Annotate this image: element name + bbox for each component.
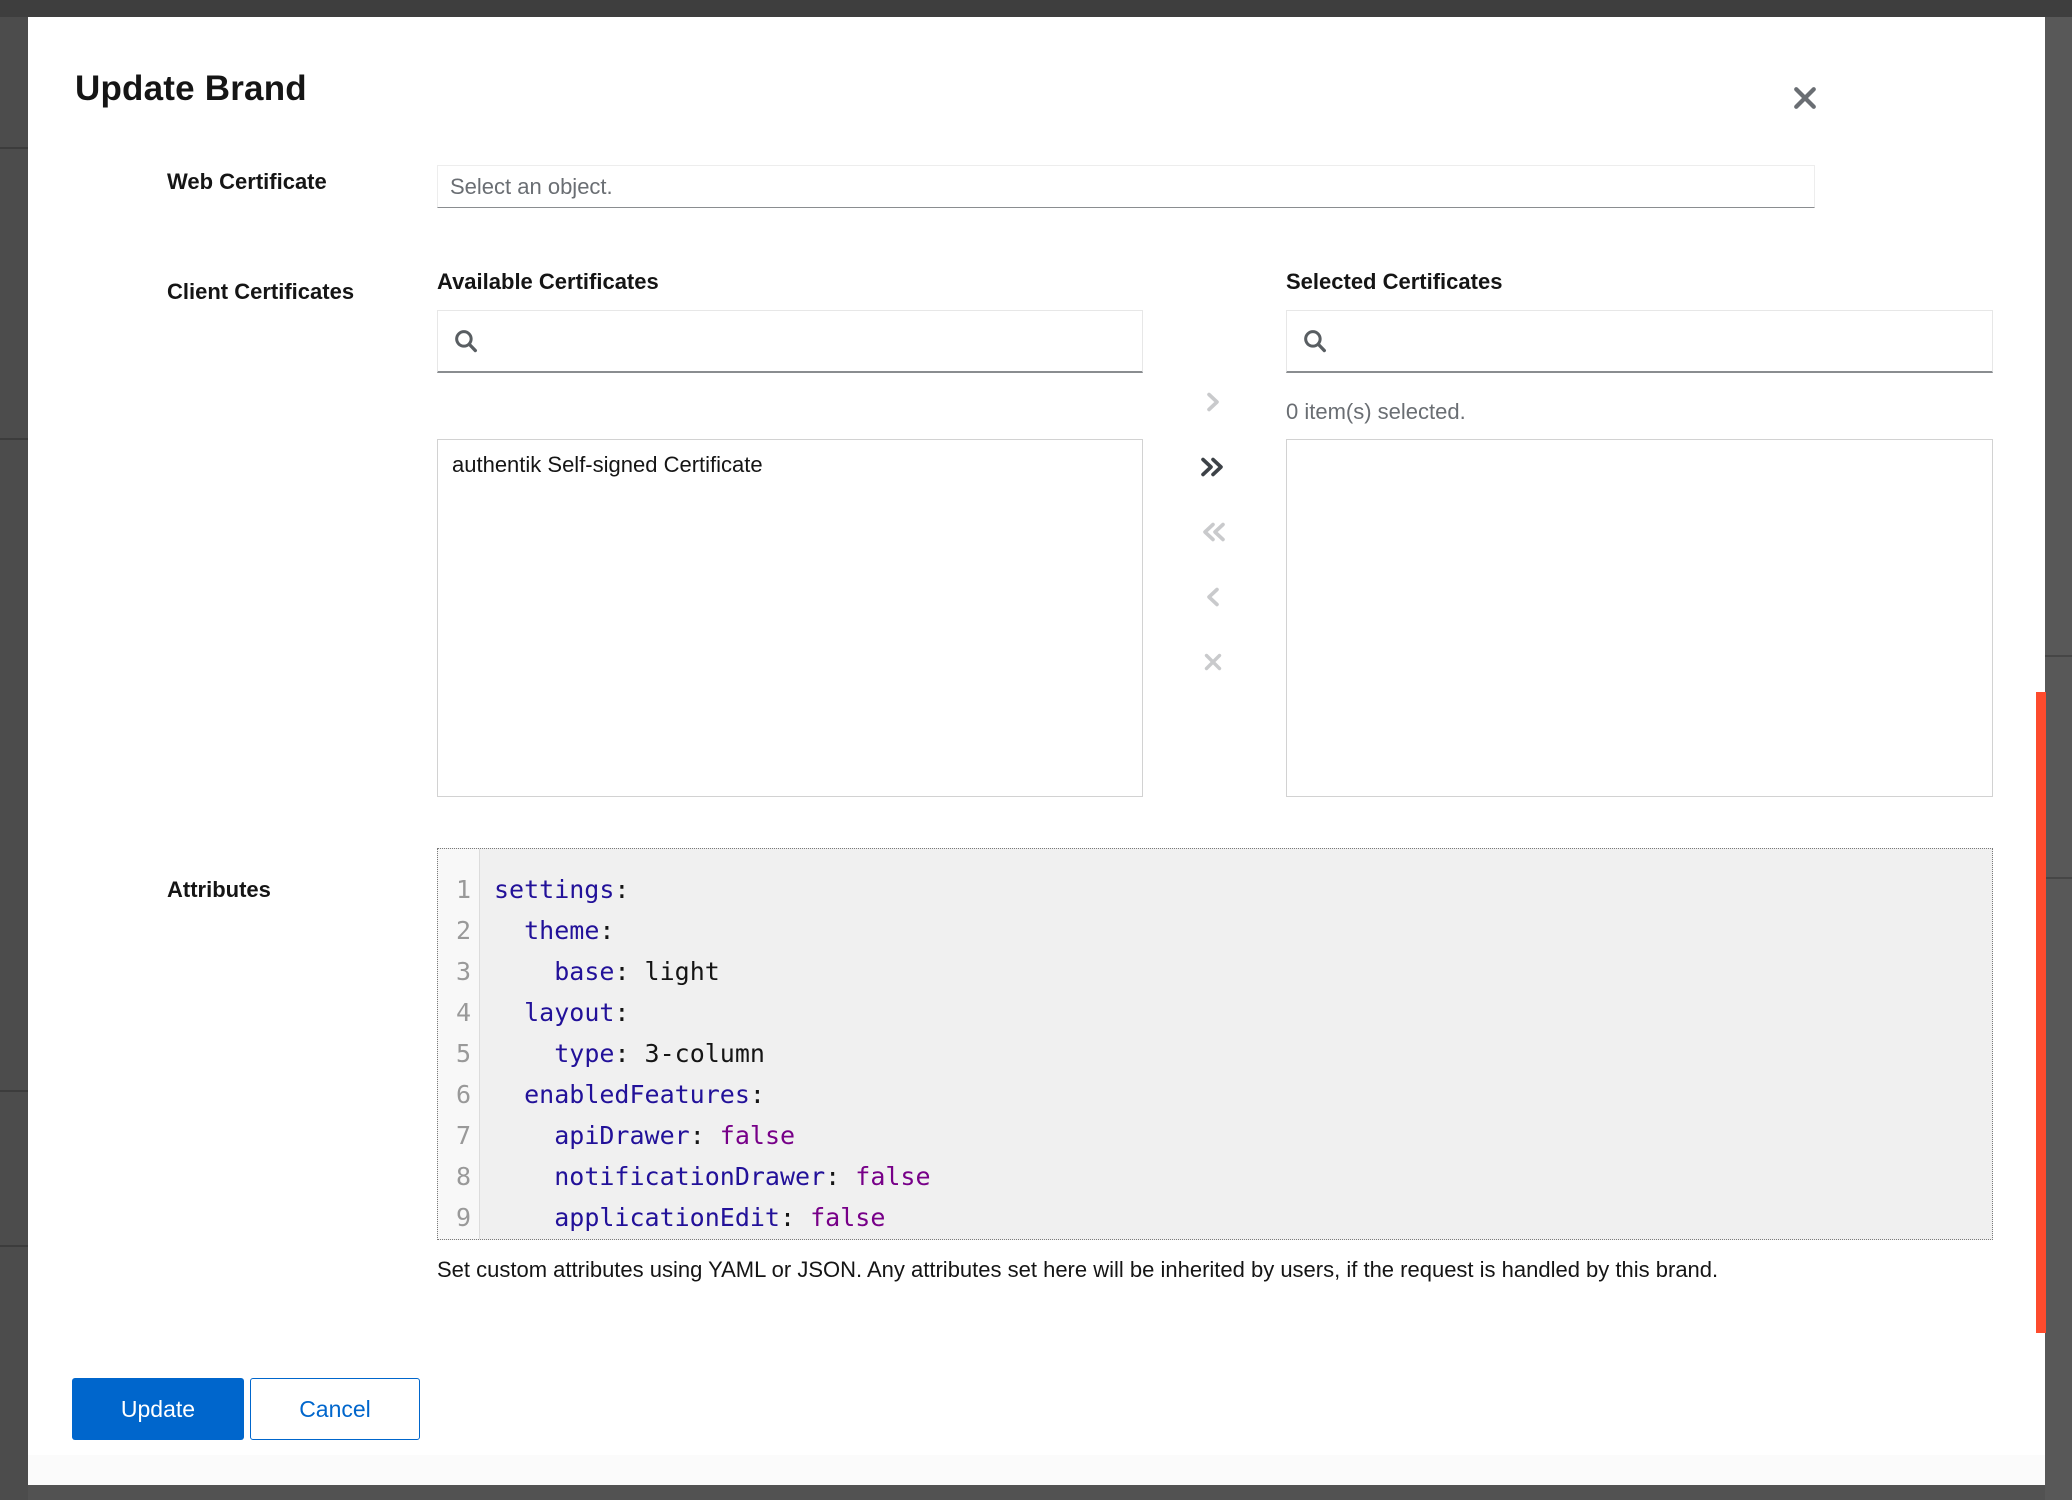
code-line: 5 type: 3-column xyxy=(438,1033,1992,1074)
selected-certificates-heading: Selected Certificates xyxy=(1286,267,1502,297)
line-number: 4 xyxy=(438,992,480,1033)
page-overlay-top xyxy=(0,0,2072,17)
code-line: 6 enabledFeatures: xyxy=(438,1074,1992,1115)
times-icon xyxy=(1201,650,1225,674)
page-overlay-left xyxy=(0,17,28,1500)
page-overlay-bottom xyxy=(28,1485,2045,1500)
web-certificate-label: Web Certificate xyxy=(167,167,327,197)
line-number: 6 xyxy=(438,1074,480,1115)
client-certificates-label: Client Certificates xyxy=(167,277,354,307)
line-number: 9 xyxy=(438,1197,480,1238)
attributes-help-text: Set custom attributes using YAML or JSON… xyxy=(437,1255,1997,1285)
remove-all-button[interactable] xyxy=(1191,512,1235,552)
selected-search-input[interactable] xyxy=(1341,311,1978,371)
available-certificates-list[interactable]: authentik Self-signed Certificate xyxy=(437,439,1143,797)
line-number: 8 xyxy=(438,1156,480,1197)
chevron-left-icon xyxy=(1201,585,1225,609)
attributes-code-editor[interactable]: 1settings:2 theme:3 base: light4 layout:… xyxy=(437,848,1993,1240)
certificate-list-item[interactable]: authentik Self-signed Certificate xyxy=(438,440,1142,490)
update-brand-modal: Update Brand Web Certificate Client Cert… xyxy=(28,17,2045,1485)
line-number: 1 xyxy=(438,869,480,910)
selected-count-status: 0 item(s) selected. xyxy=(1286,397,1466,427)
line-number: 3 xyxy=(438,951,480,992)
add-selected-button[interactable] xyxy=(1191,382,1235,422)
search-icon xyxy=(452,327,492,355)
cancel-button[interactable]: Cancel xyxy=(250,1378,420,1440)
code-line: 7 apiDrawer: false xyxy=(438,1115,1992,1156)
selected-search[interactable] xyxy=(1286,310,1993,373)
line-number: 7 xyxy=(438,1115,480,1156)
screen: Update Brand Web Certificate Client Cert… xyxy=(0,0,2072,1500)
selected-certificates-list[interactable] xyxy=(1286,439,1993,797)
clear-selection-button[interactable] xyxy=(1191,642,1235,682)
code-line: 2 theme: xyxy=(438,910,1992,951)
code-line: 8 notificationDrawer: false xyxy=(438,1156,1992,1197)
web-certificate-select[interactable] xyxy=(437,165,1815,208)
chevron-right-icon xyxy=(1201,390,1225,414)
close-icon xyxy=(1790,83,1820,113)
code-line: 4 layout: xyxy=(438,992,1992,1033)
code-line: 9 applicationEdit: false xyxy=(438,1197,1992,1238)
double-chevron-left-icon xyxy=(1197,518,1229,546)
modal-title: Update Brand xyxy=(75,67,307,111)
available-certificates-heading: Available Certificates xyxy=(437,267,659,297)
line-number: 5 xyxy=(438,1033,480,1074)
web-certificate-select-input[interactable] xyxy=(438,166,1814,207)
close-button[interactable] xyxy=(1784,77,1826,119)
code-line: 3 base: light xyxy=(438,951,1992,992)
available-search-input[interactable] xyxy=(492,311,1128,371)
page-overlay-right xyxy=(2045,17,2072,1500)
double-chevron-right-icon xyxy=(1197,453,1229,481)
transfer-controls xyxy=(1191,382,1235,682)
attributes-label: Attributes xyxy=(167,875,271,905)
add-all-button[interactable] xyxy=(1191,447,1235,487)
modal-footer-tint xyxy=(28,1455,2045,1485)
line-number: 2 xyxy=(438,910,480,951)
accent-scrollbar[interactable] xyxy=(2036,692,2046,1333)
code-line: 1settings: xyxy=(438,869,1992,910)
update-button[interactable]: Update xyxy=(72,1378,244,1440)
remove-selected-button[interactable] xyxy=(1191,577,1235,617)
search-icon xyxy=(1301,327,1341,355)
available-search[interactable] xyxy=(437,310,1143,373)
